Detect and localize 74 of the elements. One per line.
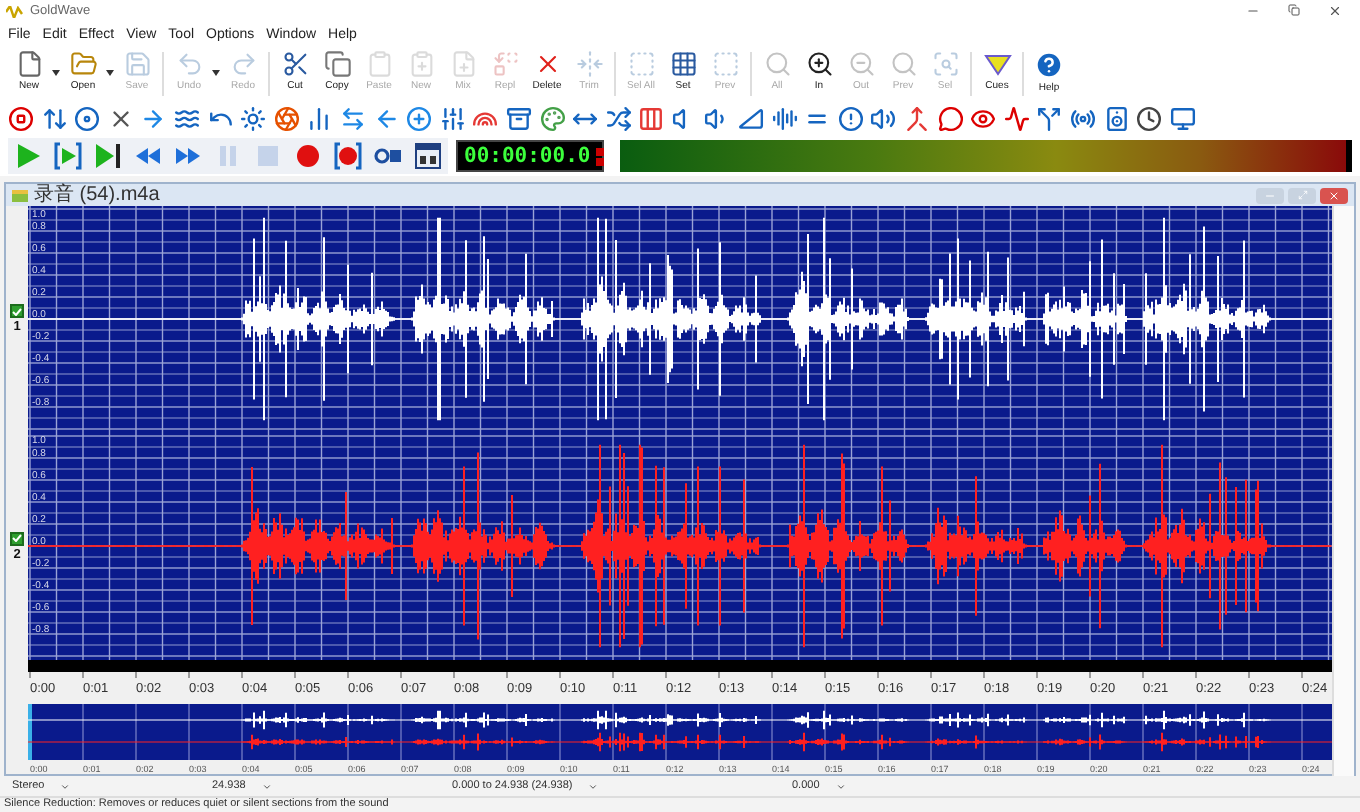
disc-icon[interactable] [74,105,101,131]
play-to-end-icon[interactable] [94,142,122,170]
fast-forward-icon[interactable] [174,142,202,170]
zoom-in-icon [805,50,833,78]
dashed-square-icon [627,50,655,78]
record-selection-icon[interactable] [334,142,362,170]
activity-icon[interactable] [1003,105,1030,131]
split-icon[interactable] [1036,105,1063,131]
arrows-horizontal-icon[interactable] [339,105,366,131]
sliders-icon[interactable] [439,105,466,131]
scissors-icon [281,50,309,78]
shuffle-icon[interactable] [605,105,632,131]
time-display: 00:00:00.0 [456,140,604,172]
eye-icon[interactable] [970,105,997,131]
document-title: 录音 (54).m4a [34,184,160,206]
maximize-icon [1297,190,1307,200]
arrows-vertical-icon[interactable] [41,105,68,131]
channel-checkbox[interactable] [10,531,24,545]
archive-icon[interactable] [505,105,532,131]
record-icon[interactable] [294,142,322,170]
radio-icon[interactable] [1070,105,1096,131]
dashed-square-icon [711,50,739,78]
search-icon [763,50,791,78]
rewind-icon[interactable] [134,142,162,170]
caret-icon [588,781,599,791]
restore-icon[interactable] [1288,4,1300,16]
close-icon [1328,189,1340,201]
zoom-out-icon [847,50,875,78]
speaker-icon[interactable] [870,105,897,131]
monitor-icon[interactable] [1169,105,1196,131]
overview-waveform[interactable] [28,704,1332,760]
caret-icon[interactable] [106,70,114,76]
minimize-icon [1264,189,1276,201]
copy-icon [323,50,351,78]
clipboard-plus-icon [407,50,435,78]
redo-arrow-icon [229,50,257,78]
aperture-icon[interactable] [273,105,300,131]
scan-search-icon [931,50,959,78]
fold-icon [575,50,603,78]
caret-icon [835,781,846,791]
replace-icon [491,50,519,78]
search-icon [889,50,917,78]
play-selection-icon[interactable] [54,142,82,170]
speech-bubble-icon[interactable] [937,105,964,131]
sun-icon[interactable] [240,105,267,131]
file-icon [15,50,43,78]
bar-chart-icon[interactable] [306,105,333,131]
wave-icon[interactable] [173,105,200,131]
palette-icon[interactable] [539,105,565,131]
channel-checkbox[interactable] [10,304,24,318]
arrow-right-icon[interactable] [140,105,167,131]
audio-lines-icon[interactable] [771,105,798,131]
circle-plus-icon[interactable] [406,105,433,131]
close-button[interactable] [1320,187,1348,203]
undo-arrow-icon [175,50,203,78]
cross-icon[interactable] [107,105,134,131]
arrow-left-icon[interactable] [373,105,400,131]
triangle-icon[interactable] [738,105,765,131]
file-plus-icon [449,50,477,78]
clipboard-icon [365,50,393,78]
caret-icon [60,781,71,791]
clock-icon[interactable] [1136,105,1163,131]
speaker-box-icon[interactable] [1103,105,1130,131]
grid-icon [669,50,697,78]
caret-icon[interactable] [52,70,60,76]
logo-icon [6,5,24,17]
window-icon[interactable] [414,142,442,170]
alert-icon[interactable] [837,105,864,131]
caret-icon [261,781,272,791]
circle-stop-icon[interactable] [8,105,34,131]
columns-icon[interactable] [638,105,665,131]
triangle-icon [983,50,1011,78]
merge-icon[interactable] [904,105,931,131]
close-icon[interactable] [1328,4,1342,18]
